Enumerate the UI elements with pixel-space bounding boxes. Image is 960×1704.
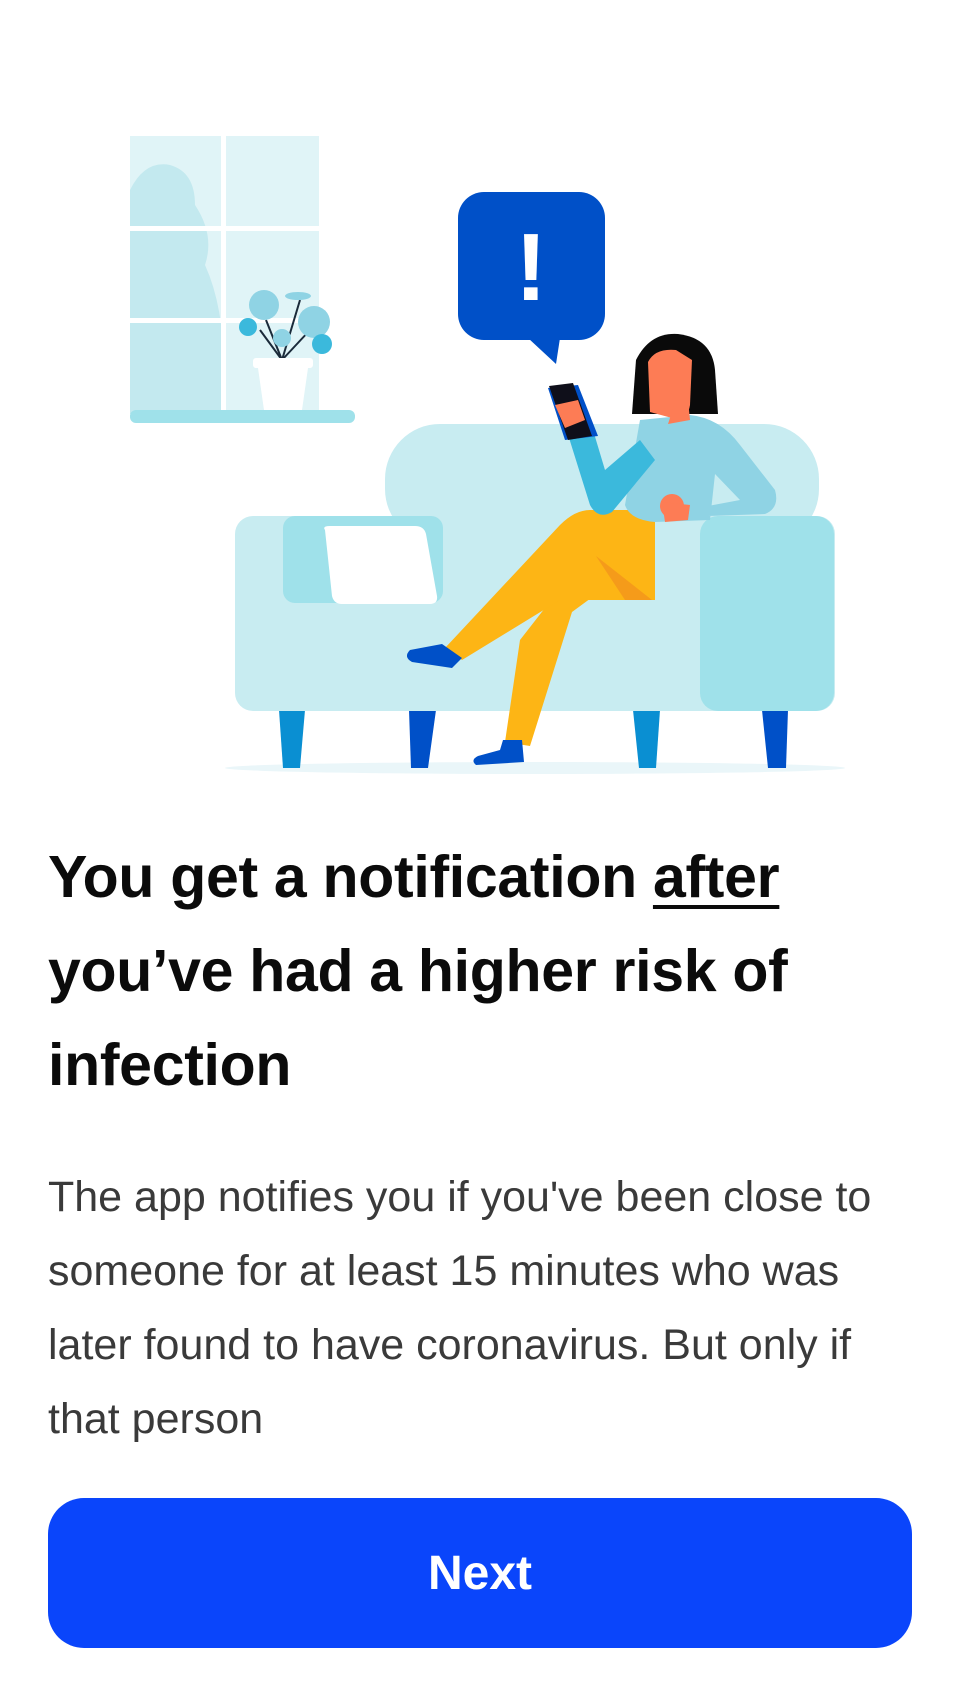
window xyxy=(130,136,355,423)
woman-on-sofa-illustration: ! xyxy=(130,136,845,774)
exclamation-icon: ! xyxy=(515,214,547,321)
body-description: The app notifies you if you've been clos… xyxy=(48,1173,872,1443)
headline-emphasis: after xyxy=(652,844,780,910)
headline-part-2: you’ve had a higher risk of infection xyxy=(48,938,788,1098)
alert-bubble-icon: ! xyxy=(458,192,605,364)
headline-part-1: You get a notification xyxy=(48,844,653,910)
page-title: You get a notification after you’ve had … xyxy=(48,830,912,1112)
notification-illustration: ! xyxy=(0,0,960,790)
next-button[interactable]: Next xyxy=(48,1498,912,1648)
